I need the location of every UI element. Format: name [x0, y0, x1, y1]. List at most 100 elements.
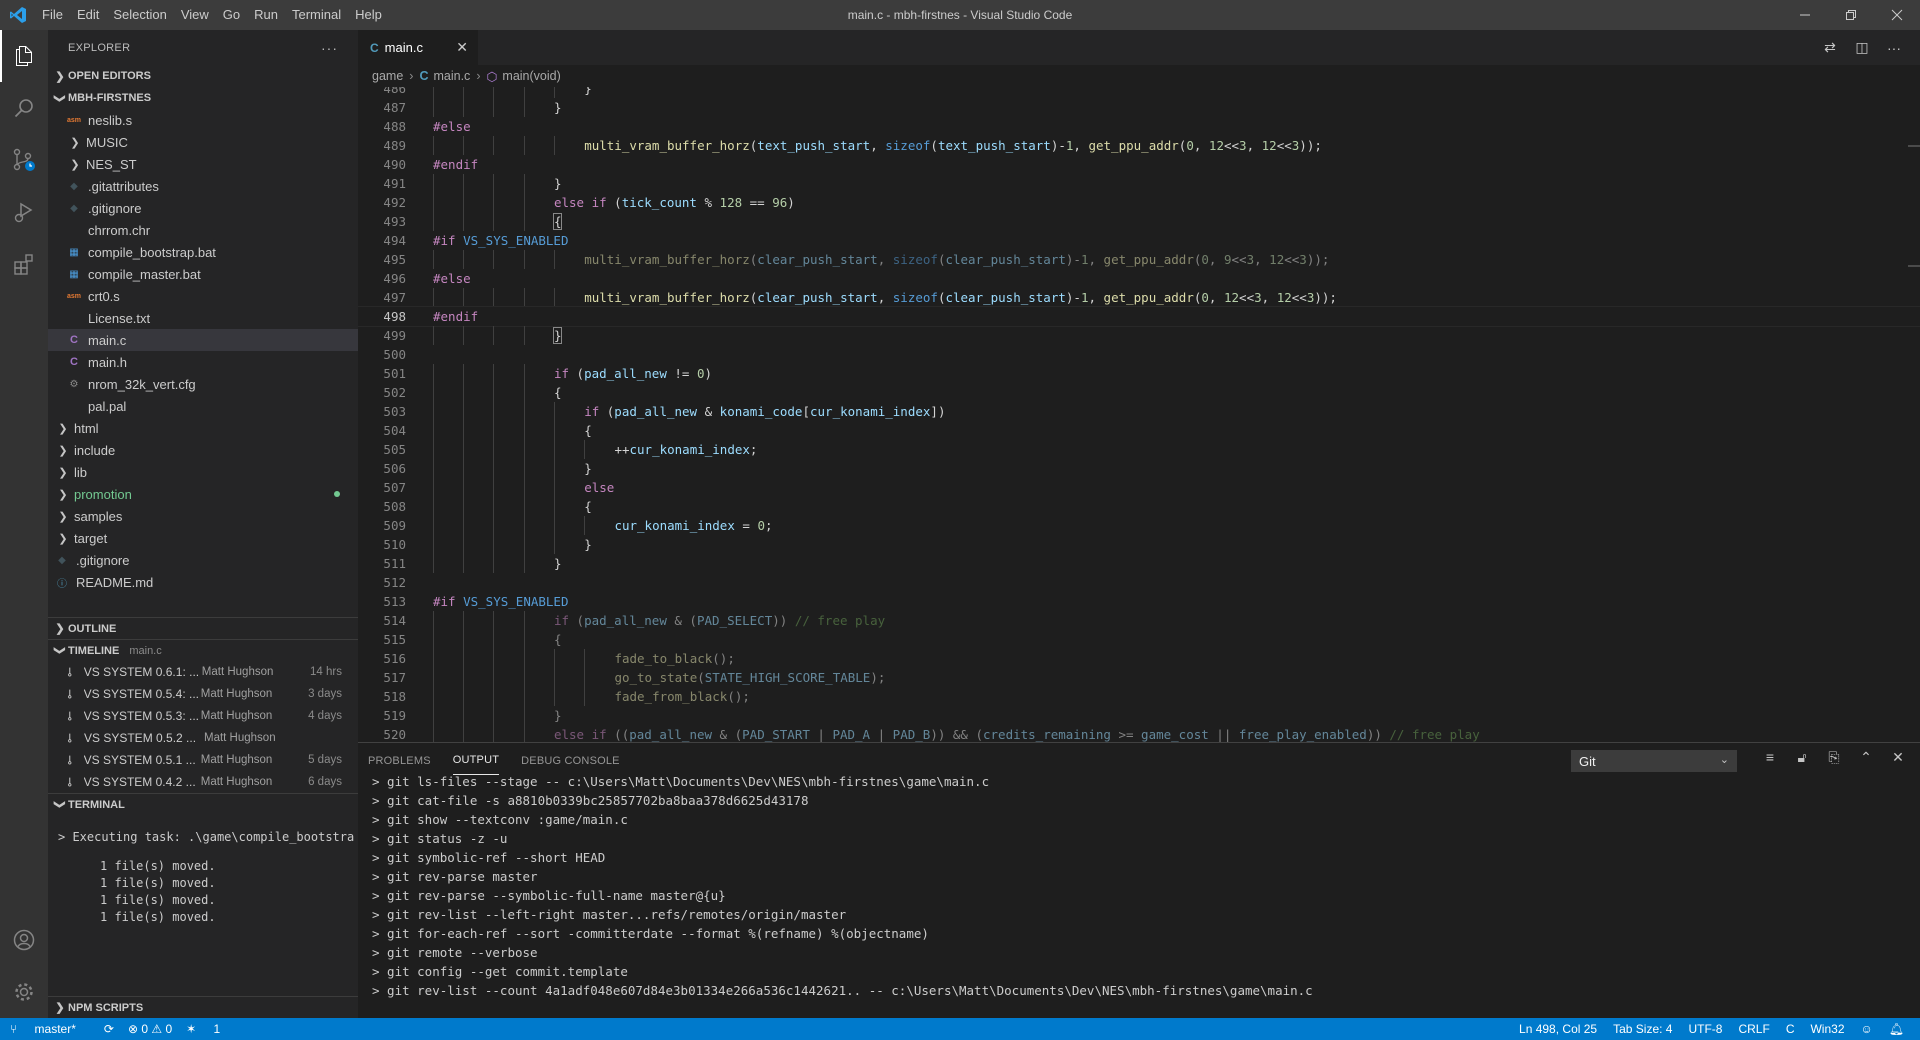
- menu-edit[interactable]: Edit: [70, 0, 106, 30]
- code-token: 3: [1254, 290, 1262, 305]
- open-editors-section[interactable]: ❯ OPEN EDITORS: [48, 65, 358, 87]
- explorer-icon[interactable]: [0, 30, 48, 82]
- menu-go[interactable]: Go: [216, 0, 247, 30]
- code-editor[interactable]: 486} 487} 488 #else 489 multi_vram_buffer_hor…: [358, 87, 1920, 742]
- file-tree-item[interactable]: ◆ .gitignore: [48, 549, 358, 571]
- menu-run[interactable]: Run: [247, 0, 285, 30]
- file-tree-item[interactable]: ❯ promotion: [48, 483, 358, 505]
- language-mode[interactable]: C: [1786, 1022, 1795, 1036]
- file-tree-item[interactable]: ▦ compile_bootstrap.bat: [48, 241, 358, 263]
- line-number: 502: [383, 385, 406, 400]
- timeline-item[interactable]: ⊸ VS SYSTEM 0.5.1 ... Matt Hughson 5 days: [48, 749, 358, 771]
- project-section[interactable]: ❯ MBH-FIRSTNES: [48, 87, 358, 109]
- open-changes-icon[interactable]: ⇄: [1814, 39, 1846, 56]
- timeline-item[interactable]: ⊸ VS SYSTEM 0.6.1: ... Matt Hughson 14 hrs: [48, 661, 358, 683]
- output-channel-select[interactable]: Git ⌄: [1571, 750, 1737, 772]
- npm-scripts-section[interactable]: ❯ NPM SCRIPTS: [48, 996, 358, 1018]
- remote-status[interactable]: ✶ 1: [186, 1022, 234, 1036]
- close-panel-icon[interactable]: ✕: [1882, 749, 1914, 766]
- extensions-icon[interactable]: [0, 238, 48, 290]
- run-debug-icon[interactable]: [0, 186, 48, 238]
- encoding[interactable]: UTF-8: [1688, 1022, 1722, 1036]
- more-actions-icon[interactable]: ···: [1878, 40, 1910, 56]
- timeline-item[interactable]: ⊸ VS SYSTEM 0.5.4: ... Matt Hughson 3 days: [48, 683, 358, 705]
- platform[interactable]: Win32: [1810, 1022, 1844, 1036]
- file-tree-item[interactable]: asm neslib.s: [48, 109, 358, 131]
- menu-file[interactable]: File: [35, 0, 70, 30]
- file-tree-item[interactable]: ❯ samples: [48, 505, 358, 527]
- notifications-bell-icon[interactable]: 🔔︎: [1889, 1022, 1904, 1036]
- file-tree-item[interactable]: ◆ .gitignore: [48, 197, 358, 219]
- file-tree-item[interactable]: asm crt0.s: [48, 285, 358, 307]
- file-tree-item[interactable]: ❯ lib: [48, 461, 358, 483]
- breadcrumb-file[interactable]: main.c: [433, 69, 470, 83]
- sync-icon[interactable]: ⟳: [104, 1022, 114, 1036]
- window-controls: [1782, 0, 1920, 30]
- source-control-icon[interactable]: [0, 134, 48, 186]
- problems-status[interactable]: ⊗ 0 ⚠ 0: [128, 1022, 172, 1036]
- file-tree-item[interactable]: ◆ .gitattributes: [48, 175, 358, 197]
- line-ending[interactable]: CRLF: [1738, 1022, 1769, 1036]
- file-tree-item[interactable]: ⚙ nrom_32k_vert.cfg: [48, 373, 358, 395]
- close-tab-icon[interactable]: ✕: [456, 39, 468, 56]
- timeline-section[interactable]: ❯ TIMELINE main.c: [48, 639, 358, 661]
- breadcrumb-folder[interactable]: game: [372, 69, 403, 83]
- line-number: 497: [383, 290, 406, 305]
- file-tree-item[interactable]: License.txt: [48, 307, 358, 329]
- accounts-icon[interactable]: [0, 914, 48, 966]
- indent-guide: [523, 383, 525, 402]
- vscode-logo-icon[interactable]: [0, 0, 35, 30]
- tab-main-c[interactable]: C main.c ✕: [358, 30, 478, 65]
- indent-guide: [433, 440, 434, 459]
- restore-icon[interactable]: [1828, 0, 1874, 30]
- file-tree-item[interactable]: ❯ html: [48, 417, 358, 439]
- cursor-position[interactable]: Ln 498, Col 25: [1519, 1022, 1597, 1036]
- maximize-panel-icon[interactable]: ⌃: [1850, 749, 1882, 766]
- feedback-icon[interactable]: ☺: [1861, 1022, 1873, 1036]
- file-tree-item[interactable]: ❯ MUSIC: [48, 131, 358, 153]
- breadcrumb-symbol[interactable]: main(void): [502, 69, 560, 83]
- tab-size[interactable]: Tab Size: 4: [1613, 1022, 1672, 1036]
- menu-terminal[interactable]: Terminal: [285, 0, 348, 30]
- menu-selection[interactable]: Selection: [106, 0, 173, 30]
- file-tree-item[interactable]: ❯ NES_ST: [48, 153, 358, 175]
- code-token: // free play: [1389, 727, 1480, 742]
- file-tree-item[interactable]: Cmain.h: [48, 351, 358, 373]
- file-tree-item[interactable]: pal.pal: [48, 395, 358, 417]
- indent-guide: [493, 440, 495, 459]
- file-tree-item[interactable]: Cmain.c: [48, 329, 358, 351]
- menu-view[interactable]: View: [174, 0, 216, 30]
- file-tree-item[interactable]: ❯ include: [48, 439, 358, 461]
- file-tree-item[interactable]: chrrom.chr: [48, 219, 358, 241]
- code-token: (: [576, 613, 585, 628]
- outline-section[interactable]: ❯ OUTLINE: [48, 617, 358, 639]
- lock-scroll-icon[interactable]: 🔓︎: [1786, 749, 1818, 766]
- open-log-icon[interactable]: ⎘: [1818, 749, 1850, 766]
- search-icon[interactable]: [0, 82, 48, 134]
- code-text: }: [584, 535, 592, 554]
- file-tree-item[interactable]: ❯ target: [48, 527, 358, 549]
- close-window-icon[interactable]: [1874, 0, 1920, 30]
- branch-status[interactable]: ⑂ master*: [10, 1022, 90, 1036]
- more-actions-icon[interactable]: ···: [321, 40, 338, 56]
- timeline-item[interactable]: ⊸ VS SYSTEM 0.4.2 ... Matt Hughson 6 days: [48, 771, 358, 793]
- file-tree-item[interactable]: ▦ compile_master.bat: [48, 263, 358, 285]
- indent-guide: [433, 497, 434, 516]
- output-log[interactable]: > git ls-files --stage -- c:\Users\Matt\…: [372, 772, 1313, 1000]
- sidebar-terminal[interactable]: > Executing task: .\game\compile_bootstr…: [48, 815, 358, 927]
- timeline-item[interactable]: ⊸ VS SYSTEM 0.5.3: ... Matt Hughson 4 days: [48, 705, 358, 727]
- tab-debug-console[interactable]: DEBUG CONSOLE: [521, 747, 620, 775]
- split-editor-icon[interactable]: ◫: [1846, 39, 1878, 56]
- tab-output[interactable]: OUTPUT: [452, 746, 500, 775]
- timeline-item[interactable]: ⊸ VS SYSTEM 0.5.2 ... Matt Hughson: [48, 727, 358, 749]
- code-token: clear_push_start: [945, 290, 1066, 305]
- file-tree-item[interactable]: ⓘ README.md: [48, 571, 358, 593]
- settings-gear-icon[interactable]: [0, 966, 48, 1018]
- code-token: sizeof: [885, 138, 931, 153]
- terminal-section[interactable]: ❯ TERMINAL: [48, 793, 358, 815]
- minimize-icon[interactable]: [1782, 0, 1828, 30]
- menu-help[interactable]: Help: [348, 0, 389, 30]
- code-token: |: [809, 727, 833, 742]
- tab-problems[interactable]: PROBLEMS: [368, 747, 431, 775]
- clear-output-icon[interactable]: ≡: [1754, 749, 1786, 766]
